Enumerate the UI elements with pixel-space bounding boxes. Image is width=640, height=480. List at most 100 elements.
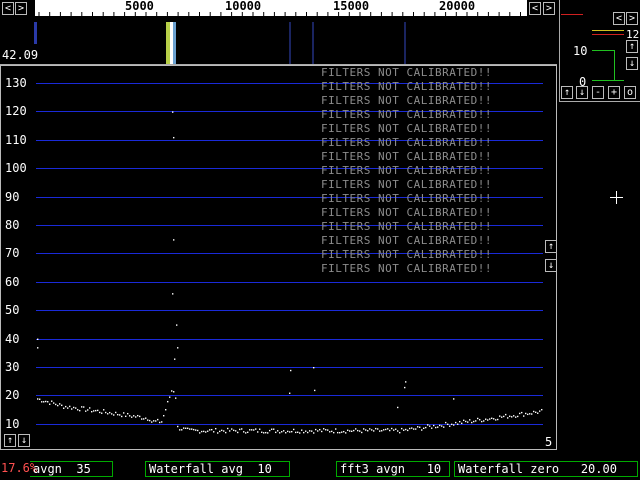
spectrum-scroll-up-button[interactable]: ↑	[4, 434, 16, 447]
trace-point	[237, 431, 239, 434]
trace-point	[337, 431, 339, 434]
trace-point	[397, 430, 399, 432]
trace-point	[239, 428, 241, 431]
trace-point	[443, 426, 445, 428]
freq-left-button-2[interactable]: <	[529, 2, 541, 15]
trace-point	[289, 431, 291, 433]
trace-point	[241, 428, 243, 430]
trace-point	[275, 431, 277, 434]
trace-point	[403, 429, 405, 431]
trace-point	[195, 429, 197, 431]
trace-point	[223, 430, 225, 432]
trace-point	[131, 416, 133, 418]
trace-point	[339, 432, 341, 434]
avgn-field[interactable]: avgn 35	[30, 461, 113, 477]
waterfall-zero-field[interactable]: Waterfall zero 20.00	[454, 461, 638, 477]
trace-point	[379, 430, 381, 432]
trace-point	[343, 430, 345, 433]
trace-point	[201, 430, 203, 433]
trace-point	[467, 421, 469, 423]
waterfall-display[interactable]: 42.09	[0, 18, 557, 65]
trace-point	[181, 429, 183, 431]
waterfall-trace	[404, 22, 406, 64]
trace-point	[313, 432, 315, 434]
trace-point	[299, 432, 301, 434]
trace-point	[405, 428, 407, 431]
trace-point	[271, 428, 273, 430]
trace-point	[172, 111, 174, 113]
trace-point	[67, 407, 69, 409]
trace-point	[521, 411, 523, 414]
trace-point	[307, 431, 309, 434]
side-btn-up[interactable]: ↑	[561, 86, 573, 99]
trace-point	[227, 427, 229, 430]
trace-point	[176, 324, 178, 326]
trace-point	[247, 431, 249, 434]
trace-point	[457, 423, 459, 425]
freq-left-button-1[interactable]: <	[2, 2, 14, 15]
down-arrow-icon: ↓	[20, 435, 28, 446]
trace-point	[129, 415, 131, 417]
trace-point	[525, 412, 527, 415]
scale-marker-red	[592, 34, 624, 35]
trace-point	[421, 429, 423, 431]
spectrum-display[interactable]: 130 120 110 100 90 80 70 60 50 40 30 20 10 FILTERS N…	[0, 65, 557, 450]
trace-point	[321, 430, 323, 433]
trace-point	[273, 428, 275, 430]
trace-point	[431, 427, 433, 429]
side-down-button[interactable]: ↓	[626, 57, 638, 70]
spectrum-up-button[interactable]: ↑	[545, 240, 557, 253]
freq-right-button-1[interactable]: >	[15, 2, 27, 15]
trace-point	[105, 411, 107, 414]
trace-point	[319, 428, 321, 431]
trace-point	[291, 430, 293, 433]
freq-right-button-2[interactable]: >	[543, 2, 555, 15]
trace-point	[495, 419, 497, 421]
trace-point	[537, 412, 539, 414]
trace-point	[177, 425, 179, 428]
trace-point	[77, 409, 79, 411]
side-right-button[interactable]: >	[626, 12, 638, 25]
trace-point	[483, 420, 485, 422]
trace-point	[57, 404, 59, 407]
side-up-button[interactable]: ↑	[626, 40, 638, 53]
trace-point	[253, 429, 255, 431]
scale-marker-green	[614, 50, 615, 80]
trace-point	[481, 420, 483, 423]
side-btn-minus[interactable]: -	[592, 86, 604, 99]
trace-point	[187, 427, 189, 430]
trace-point	[433, 424, 435, 427]
trace-point	[277, 430, 279, 432]
trace-point	[125, 415, 127, 418]
trace-point	[357, 429, 359, 432]
trace-point	[171, 390, 173, 392]
trace-point	[313, 367, 315, 369]
side-btn-plus[interactable]: +	[608, 86, 620, 99]
side-left-button[interactable]: <	[613, 12, 625, 25]
trace-point	[409, 427, 411, 430]
trace-point	[257, 431, 259, 433]
trace-point	[121, 415, 123, 418]
trace-point	[315, 428, 317, 431]
trace-point	[305, 430, 307, 432]
trace-point	[49, 403, 51, 405]
scale-marker-green	[592, 80, 624, 81]
scale-label-mid: 10	[573, 44, 588, 58]
waterfall-avg-field[interactable]: Waterfall avg 10	[145, 461, 290, 477]
side-btn-zero[interactable]: o	[624, 86, 636, 99]
trace-point	[119, 414, 121, 416]
trace-point	[353, 429, 355, 432]
trace-point	[267, 432, 269, 434]
trace-point	[387, 428, 389, 430]
spectrum-scroll-down-button[interactable]: ↓	[18, 434, 30, 447]
side-btn-down[interactable]: ↓	[576, 86, 588, 99]
trace-point	[203, 430, 205, 433]
trace-point	[423, 427, 425, 430]
trace-point	[489, 418, 491, 420]
spectrum-down-button[interactable]: ↓	[545, 259, 557, 272]
trace-point	[37, 338, 39, 340]
trace-point	[155, 420, 157, 422]
trace-point	[511, 416, 513, 418]
trace-point	[383, 429, 385, 431]
fft3-avgn-field[interactable]: fft3 avgn 10	[336, 461, 450, 477]
